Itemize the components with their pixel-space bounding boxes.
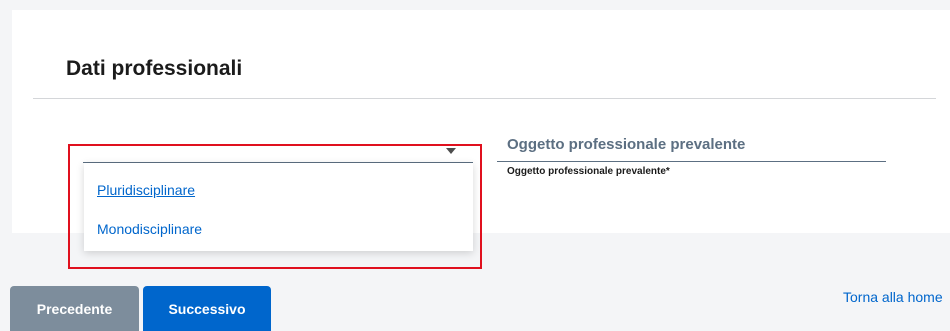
option-monodisciplinare[interactable]: Monodisciplinare — [97, 221, 202, 237]
oggetto-professionale-value: Oggetto professionale prevalente — [507, 136, 746, 153]
oggetto-professionale-label: Oggetto professionale prevalente* — [507, 166, 670, 177]
section-title: Dati professionali — [66, 57, 243, 80]
caret-down-icon — [446, 148, 456, 154]
previous-button[interactable]: Precedente — [10, 286, 139, 331]
option-pluridisciplinare[interactable]: Pluridisciplinare — [97, 182, 195, 198]
next-button[interactable]: Successivo — [143, 286, 271, 331]
discipline-select[interactable] — [83, 140, 473, 163]
back-to-home-link[interactable]: Torna alla home — [843, 289, 943, 305]
oggetto-professionale-field[interactable]: Oggetto professionale prevalente — [497, 134, 886, 162]
discipline-dropdown-menu: Pluridisciplinare Monodisciplinare — [84, 163, 473, 251]
section-divider — [33, 98, 936, 99]
